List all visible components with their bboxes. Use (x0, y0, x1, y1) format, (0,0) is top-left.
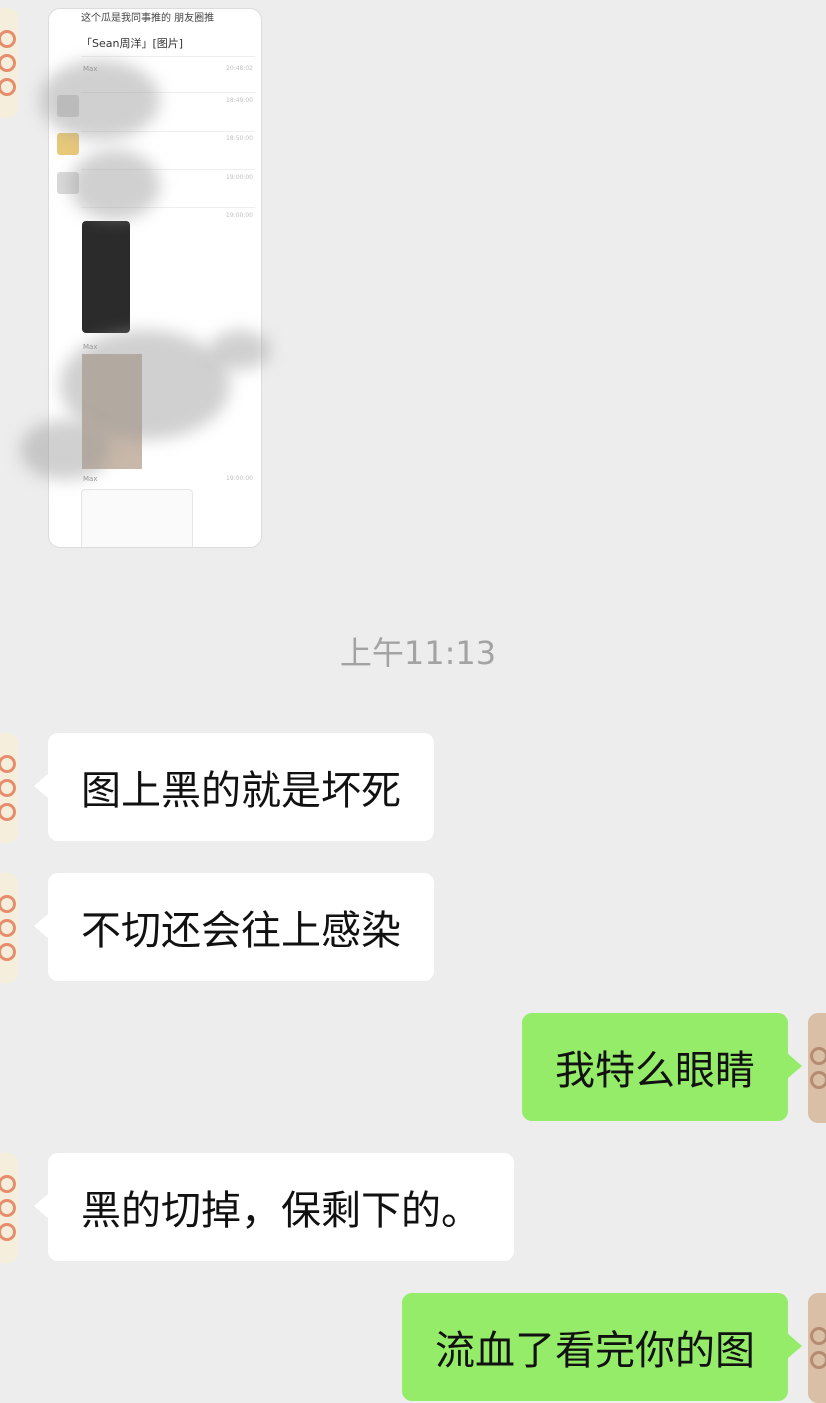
screenshot-shared-card (81, 489, 193, 547)
contact-avatar[interactable] (0, 873, 18, 983)
message-bubble[interactable]: 不切还会往上感染 (34, 873, 434, 981)
avatar-decoration (0, 943, 16, 961)
my-avatar[interactable] (808, 1013, 826, 1123)
my-avatar[interactable] (808, 1293, 826, 1403)
contact-avatar[interactable] (0, 733, 18, 843)
avatar-decoration (810, 1047, 826, 1065)
avatar-decoration (0, 1223, 16, 1241)
contact-avatar[interactable] (0, 1153, 18, 1263)
privacy-blur (70, 150, 160, 220)
privacy-blur (210, 330, 270, 370)
avatar-decoration (0, 779, 16, 797)
message-text: 不切还会往上感染 (81, 908, 401, 954)
screenshot-time: 20:48:02 (226, 65, 253, 72)
avatar-decoration (0, 1199, 16, 1217)
avatar-decoration (810, 1327, 826, 1345)
message-text: 我特么眼睛 (555, 1048, 755, 1094)
my-message-bubble[interactable]: 我特么眼睛 (522, 1013, 802, 1121)
screenshot-time: 18:49:00 (226, 97, 253, 104)
message-bubble[interactable]: 黑的切掉，保剩下的。 (34, 1153, 514, 1261)
avatar-decoration (0, 1175, 16, 1193)
screenshot-header-text: 这个瓜是我同事推的 朋友圈推 (81, 13, 215, 24)
avatar-decoration (0, 755, 16, 773)
screenshot-time: 19:00:00 (226, 174, 253, 181)
screenshot-time: 19:00:00 (226, 212, 253, 219)
avatar-decoration (810, 1071, 826, 1089)
privacy-blur (20, 420, 110, 480)
screenshot-quote-text: 「Sean周洋」[图片] (81, 37, 184, 50)
message-text: 流血了看完你的图 (435, 1328, 755, 1374)
screenshot-phone-image (82, 221, 130, 333)
screenshot-time: 19:00:00 (226, 475, 253, 482)
avatar-decoration (0, 30, 16, 48)
avatar-decoration (0, 803, 16, 821)
screenshot-time: 18:50:00 (226, 135, 253, 142)
avatar-decoration (0, 78, 16, 96)
avatar-decoration (0, 54, 16, 72)
avatar-decoration (0, 895, 16, 913)
avatar-decoration (0, 919, 16, 937)
message-bubble[interactable]: 图上黑的就是坏死 (34, 733, 434, 841)
message-text: 黑的切掉，保剩下的。 (81, 1188, 481, 1234)
screenshot-divider (81, 56, 255, 57)
avatar-decoration (810, 1351, 826, 1369)
privacy-blur (40, 60, 160, 140)
contact-avatar[interactable] (0, 8, 18, 118)
message-text: 图上黑的就是坏死 (81, 768, 401, 814)
chat-timestamp: 上午11:13 (339, 634, 497, 672)
my-message-bubble[interactable]: 流血了看完你的图 (402, 1293, 802, 1401)
